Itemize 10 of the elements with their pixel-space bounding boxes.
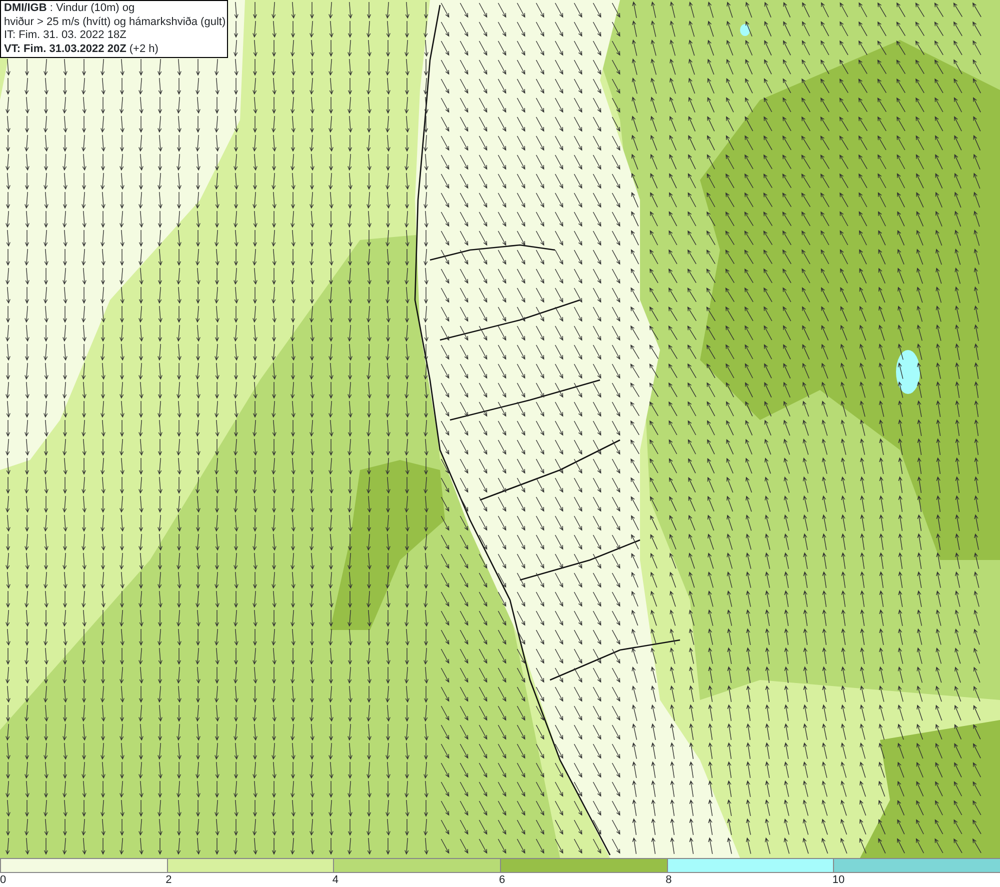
legend-tick-label: 6 bbox=[499, 873, 506, 887]
title-line: IT: Fim. 31. 03. 2022 18Z bbox=[4, 29, 128, 42]
title-line: DMI/IGB : Vindur (10m) og bbox=[4, 2, 136, 16]
legend-tick-label: 10 bbox=[832, 873, 845, 887]
legend-tick-label: 2 bbox=[166, 873, 172, 887]
legend-tick-label: 4 bbox=[332, 873, 338, 887]
legend-tick-label: 0 bbox=[0, 873, 6, 887]
title-line: hviður > 25 m/s (hvítt) og hámarkshviða (gult) bbox=[4, 16, 224, 29]
title-line: VT: Fim. 31.03.2022 20Z (+2 h) bbox=[4, 42, 160, 56]
legend-tick-label: 8 bbox=[666, 873, 672, 887]
